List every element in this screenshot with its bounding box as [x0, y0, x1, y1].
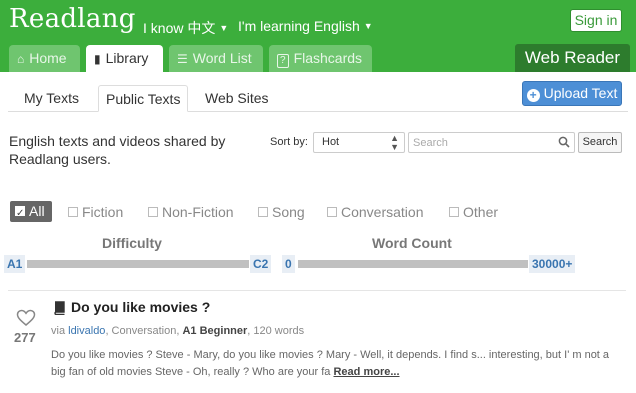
filter-label: Other [463, 204, 499, 220]
difficulty-title: Difficulty [102, 235, 162, 251]
word-count-label: , 120 words [247, 325, 305, 337]
plus-icon: + [526, 89, 540, 102]
filter-label: All [29, 203, 45, 219]
filter-label: Non-Fiction [162, 204, 234, 220]
sort-arrows-icon: ▲ ▼ [390, 133, 399, 152]
tab-flashcards[interactable]: ? Flashcards [269, 45, 372, 72]
filter-label: Song [272, 204, 305, 220]
excerpt-text: Do you like movies ? Steve - Mary, do yo… [51, 349, 610, 378]
difficulty-range-slider[interactable] [27, 260, 249, 268]
word-count-max-label[interactable]: 30000+ [529, 255, 576, 273]
filter-all[interactable]: All [10, 201, 52, 224]
search-field[interactable] [408, 132, 575, 153]
learning-language-dropdown[interactable]: I'm learning English ▼ [238, 18, 373, 34]
sign-in-button[interactable]: Sign in [570, 9, 622, 32]
level-label: A1 Beginner [182, 325, 248, 337]
difficulty-max-label[interactable]: C2 [250, 255, 272, 273]
checkbox-icon [68, 207, 78, 217]
native-language-label: I know 中文 [143, 20, 216, 36]
tab-label: Library [105, 50, 149, 66]
library-description: English texts and videos shared by Readl… [9, 133, 226, 167]
home-icon: ⌂ [17, 52, 25, 66]
filter-non-fiction[interactable]: Non-Fiction [148, 204, 234, 220]
text-meta: via ldivaldo, Conversation, A1 Beginner,… [51, 325, 304, 337]
subtab-web-sites[interactable]: Web Sites [198, 85, 276, 112]
search-input[interactable] [409, 133, 554, 152]
tab-label: Flashcards [293, 50, 363, 66]
difficulty-min-label[interactable]: A1 [4, 255, 26, 273]
filter-fiction[interactable]: Fiction [68, 204, 123, 220]
like-count: 277 [14, 330, 36, 345]
book-icon: ▮ [94, 52, 101, 66]
list-divider [8, 290, 626, 291]
filter-conversation[interactable]: Conversation [327, 204, 424, 220]
subtab-public-texts[interactable]: Public Texts [98, 85, 189, 112]
word-count-range-slider[interactable] [298, 260, 528, 268]
chevron-down-icon: ▼ [219, 23, 229, 33]
sort-select[interactable]: Hot ▲ ▼ [313, 132, 405, 153]
tab-home[interactable]: ⌂ Home [9, 45, 80, 72]
text-excerpt: Do you like movies ? Steve - Mary, do yo… [51, 347, 621, 381]
word-count-min-label[interactable]: 0 [282, 255, 295, 273]
category-label: , Conversation, [105, 325, 183, 337]
tab-library[interactable]: ▮ Library [86, 45, 163, 72]
filter-song[interactable]: Song [258, 204, 305, 220]
heart-icon[interactable] [16, 309, 36, 327]
checkbox-icon [327, 207, 337, 217]
checkbox-icon [449, 207, 459, 217]
word-count-title: Word Count [372, 235, 452, 251]
tab-label: Home [29, 50, 67, 66]
list-icon: ☰ [177, 52, 188, 66]
tab-word-list[interactable]: ☰ Word List [169, 45, 263, 72]
book-icon [54, 301, 65, 315]
sort-label: Sort by: [270, 136, 308, 148]
logo[interactable]: Readlang [9, 4, 136, 34]
via-label: via [51, 325, 66, 337]
read-more-link[interactable]: Read more... [333, 366, 399, 378]
checkbox-checked-icon [15, 203, 25, 224]
upload-label: Upload Text [543, 85, 618, 101]
search-icon[interactable] [558, 136, 570, 148]
filter-other[interactable]: Other [449, 204, 498, 220]
upload-text-button[interactable]: + Upload Text [522, 81, 622, 106]
search-button[interactable]: Search [578, 132, 622, 153]
subtab-my-texts[interactable]: My Texts [17, 85, 86, 112]
filter-label: Conversation [341, 204, 424, 220]
filter-label: Fiction [82, 204, 124, 220]
checkbox-icon [258, 207, 268, 217]
chevron-down-icon: ▼ [363, 21, 373, 31]
sort-value: Hot [322, 136, 340, 148]
native-language-dropdown[interactable]: I know 中文 ▼ [143, 18, 228, 38]
web-reader-button[interactable]: Web Reader [515, 44, 630, 72]
text-title-link[interactable]: Do you like movies ? [71, 299, 210, 315]
learning-language-label: I'm learning English [238, 18, 360, 34]
tab-label: Word List [192, 50, 252, 66]
question-icon: ? [277, 54, 289, 68]
checkbox-icon [148, 207, 158, 217]
author-link[interactable]: ldivaldo [68, 325, 105, 337]
